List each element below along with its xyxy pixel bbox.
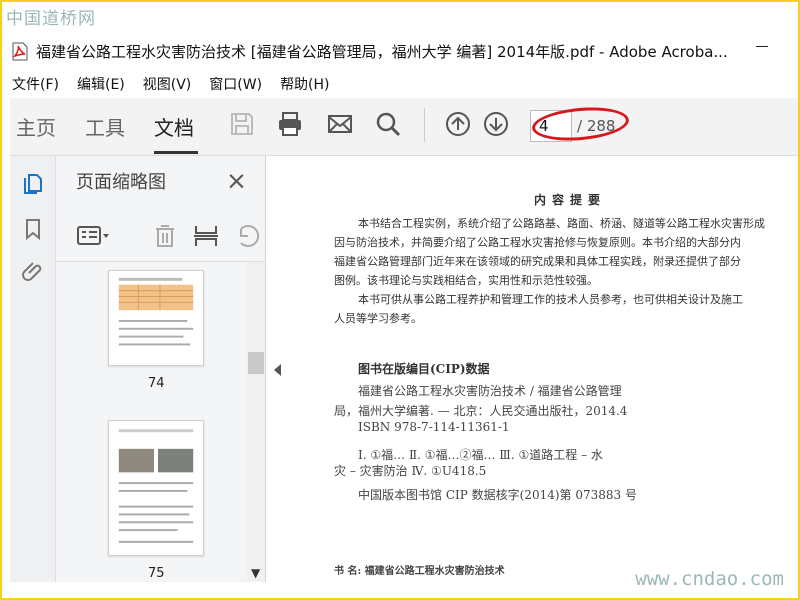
attachment-icon[interactable] (21, 260, 45, 284)
thumbnail-options-icon[interactable] (76, 222, 110, 250)
email-icon[interactable] (326, 110, 354, 138)
thumbnail-page-label: 74 (148, 376, 165, 391)
panel-toolbar (56, 212, 266, 262)
page-thumbnail-75[interactable] (108, 420, 204, 556)
cip-heading: 图书在版编目(CIP)数据 (358, 362, 490, 376)
menu-help[interactable]: 帮助(H) (280, 74, 329, 94)
page-thumbnail-74[interactable] (108, 270, 204, 366)
extract-page-icon[interactable] (189, 222, 223, 250)
menu-window[interactable]: 窗口(W) (209, 74, 262, 94)
scroll-down-icon[interactable]: ▼ (251, 566, 260, 580)
delete-page-icon[interactable] (148, 222, 182, 250)
previous-page-icon[interactable] (444, 110, 472, 138)
tab-tools[interactable]: 工具 (85, 112, 125, 141)
document-paragraph-line: 因与防治技术，并简要介绍了公路工程水灾害抢修与恢复原则。本书介绍的大部分内 (334, 236, 741, 249)
document-paragraph-line: 本书结合工程实例，系统介绍了公路路基、路面、桥涵、隧道等公路工程水灾害形成 (358, 217, 765, 230)
scrollbar-thumb[interactable] (248, 352, 264, 374)
cip-line: 灾 – 灾害防治 Ⅳ. ①U418.5 (334, 464, 487, 478)
collapse-panel-icon[interactable] (274, 364, 281, 376)
book-name-line: 书 名: 福建省公路工程水灾害防治技术 (334, 566, 505, 577)
document-heading: 内容提要 (534, 193, 607, 207)
active-tab-indicator (154, 151, 198, 154)
minimize-button[interactable] (756, 46, 768, 47)
watermark-top: 中国道桥网 (6, 9, 96, 29)
navigation-rail (10, 156, 56, 582)
document-paragraph-line: 图例。该书理论与实践相结合，实用性和示范性较强。 (334, 274, 598, 287)
thumbnail-scrollbar[interactable]: ▼ (247, 262, 265, 582)
cip-line: 福建省公路工程水灾害防治技术 / 福建省公路管理 (358, 384, 622, 398)
toolbar-separator (424, 108, 425, 142)
window-title: 福建省公路工程水灾害防治技术 [福建省公路管理局，福州大学 编著] 2014年版… (36, 42, 728, 61)
document-paragraph-line: 福建省公路管理部门近年来在该领域的研究成果和具体工程实践，附录还提供了部分 (334, 255, 741, 268)
watermark-bottom: www.cndao.com (635, 568, 784, 590)
tab-document[interactable]: 文档 (154, 112, 194, 141)
main-toolbar: 主页 工具 文档 4 / 288 (10, 98, 798, 156)
close-panel-button[interactable]: × (226, 166, 247, 195)
undo-icon[interactable] (231, 222, 265, 250)
acrobat-window: 中国道桥网 福建省公路工程水灾害防治技术 [福建省公路管理局，福州大学 编著] … (0, 0, 800, 600)
next-page-icon[interactable] (482, 110, 510, 138)
document-paragraph-line: 人员等学习参考。 (334, 312, 422, 325)
document-view[interactable]: 内容提要 本书结合工程实例，系统介绍了公路路基、路面、桥涵、隧道等公路工程水灾害… (288, 156, 798, 582)
page-thumbnails-panel: 页面缩略图 × 74 75 ▼ (56, 156, 266, 582)
cip-line: ISBN 978-7-114-11361-1 (358, 420, 510, 434)
cip-line: 中国版本图书馆 CIP 数据核字(2014)第 073883 号 (358, 488, 637, 502)
save-icon[interactable] (228, 110, 256, 138)
title-bar: 福建省公路工程水灾害防治技术 [福建省公路管理局，福州大学 编著] 2014年版… (2, 32, 798, 70)
search-icon[interactable] (374, 110, 402, 138)
menu-view[interactable]: 视图(V) (143, 74, 192, 94)
bookmark-icon[interactable] (21, 217, 45, 241)
thumbnail-page-label: 75 (148, 566, 165, 581)
print-icon[interactable] (276, 110, 304, 138)
tab-home[interactable]: 主页 (16, 112, 56, 141)
page-thumbnails-icon[interactable] (21, 172, 45, 196)
menu-file[interactable]: 文件(F) (12, 74, 59, 94)
thumbnail-list[interactable]: 74 75 (56, 262, 266, 582)
document-paragraph-line: 本书可供从事公路工程养护和管理工作的技术人员参考，也可供相关设计及施工 (358, 293, 743, 306)
panel-title: 页面缩略图 (76, 172, 166, 193)
menu-edit[interactable]: 编辑(E) (77, 74, 125, 94)
menu-bar: 文件(F) 编辑(E) 视图(V) 窗口(W) 帮助(H) (2, 70, 798, 98)
pdf-file-icon (12, 42, 28, 60)
